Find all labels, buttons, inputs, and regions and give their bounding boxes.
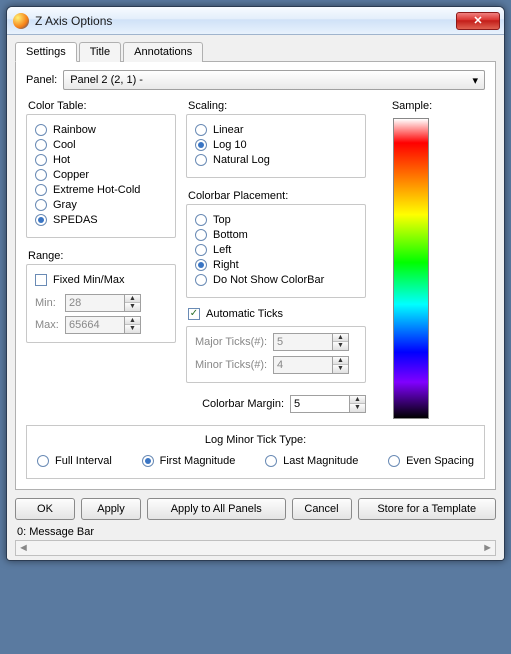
radio-noshow[interactable]: Do Not Show ColorBar: [195, 274, 357, 286]
scroll-right-icon[interactable]: ►: [482, 542, 493, 554]
titlebar: Z Axis Options ✕: [7, 7, 504, 35]
check-fixed-minmax[interactable]: Fixed Min/Max: [35, 274, 167, 286]
right-column: Sample:: [376, 96, 446, 419]
sample-colorbar: [393, 118, 429, 419]
radio-rainbow[interactable]: Rainbow: [35, 124, 167, 136]
spin-down-icon[interactable]: ▼: [125, 303, 140, 311]
ok-button[interactable]: OK: [15, 498, 75, 520]
ticks-group: Major Ticks(#): ▲▼ Minor Ticks(#): ▲▼: [186, 326, 366, 383]
range-label: Range:: [28, 250, 176, 262]
major-ticks-label: Major Ticks(#):: [195, 336, 273, 348]
tab-strip: Settings Title Annotations: [15, 41, 496, 62]
radio-top[interactable]: Top: [195, 214, 357, 226]
range-group: Fixed Min/Max Min: ▲▼ Max: ▲▼: [26, 264, 176, 343]
radio-natlog[interactable]: Natural Log: [195, 154, 357, 166]
radio-hot[interactable]: Hot: [35, 154, 167, 166]
radio-log10[interactable]: Log 10: [195, 139, 357, 151]
placement-label: Colorbar Placement:: [188, 190, 366, 202]
tab-title[interactable]: Title: [79, 42, 121, 62]
margin-label: Colorbar Margin:: [202, 398, 284, 410]
store-template-button[interactable]: Store for a Template: [358, 498, 497, 520]
radio-spedas[interactable]: SPEDAS: [35, 214, 167, 226]
spin-up-icon[interactable]: ▲: [125, 317, 140, 325]
margin-row: Colorbar Margin: ▲▼: [186, 395, 366, 413]
apply-button[interactable]: Apply: [81, 498, 141, 520]
tab-body: Panel: Panel 2 (2, 1) - ▾ Color Table: R…: [15, 62, 496, 490]
major-ticks-spinner[interactable]: ▲▼: [273, 333, 357, 351]
left-column: Color Table: Rainbow Cool Hot Copper Ext…: [26, 96, 176, 419]
panel-dropdown[interactable]: Panel 2 (2, 1) - ▾: [63, 70, 485, 90]
color-table-label: Color Table:: [28, 100, 176, 112]
minor-ticks-label: Minor Ticks(#):: [195, 359, 273, 371]
sample-label: Sample:: [392, 100, 432, 112]
minor-ticks-spinner[interactable]: ▲▼: [273, 356, 357, 374]
spin-down-icon[interactable]: ▼: [333, 365, 348, 373]
chevron-down-icon: ▾: [472, 74, 478, 87]
main-columns: Color Table: Rainbow Cool Hot Copper Ext…: [26, 96, 485, 419]
max-label: Max:: [35, 319, 65, 331]
spin-down-icon[interactable]: ▼: [125, 325, 140, 333]
panel-label: Panel:: [26, 74, 57, 86]
radio-extreme[interactable]: Extreme Hot-Cold: [35, 184, 167, 196]
min-spinner[interactable]: ▲▼: [65, 294, 167, 312]
dialog-window: Z Axis Options ✕ Settings Title Annotati…: [6, 6, 505, 561]
max-input[interactable]: [65, 316, 125, 334]
scroll-left-icon[interactable]: ◄: [18, 542, 29, 554]
scaling-label: Scaling:: [188, 100, 366, 112]
tab-annotations[interactable]: Annotations: [123, 42, 203, 62]
radio-even-spacing[interactable]: Even Spacing: [388, 455, 474, 467]
min-label: Min:: [35, 297, 65, 309]
radio-linear[interactable]: Linear: [195, 124, 357, 136]
radio-full-interval[interactable]: Full Interval: [37, 455, 112, 467]
radio-first-magnitude[interactable]: First Magnitude: [142, 455, 236, 467]
major-ticks-input[interactable]: [273, 333, 333, 351]
middle-column: Scaling: Linear Log 10 Natural Log Color…: [186, 96, 366, 419]
horizontal-scrollbar[interactable]: ◄ ►: [15, 540, 496, 556]
spin-up-icon[interactable]: ▲: [350, 396, 365, 404]
tab-settings[interactable]: Settings: [15, 42, 77, 62]
spin-up-icon[interactable]: ▲: [333, 357, 348, 365]
spin-up-icon[interactable]: ▲: [125, 295, 140, 303]
radio-bottom[interactable]: Bottom: [195, 229, 357, 241]
radio-right[interactable]: Right: [195, 259, 357, 271]
window-title: Z Axis Options: [35, 14, 456, 28]
min-input[interactable]: [65, 294, 125, 312]
margin-input[interactable]: [290, 395, 350, 413]
scaling-group: Linear Log 10 Natural Log: [186, 114, 366, 178]
placement-group: Top Bottom Left Right Do Not Show ColorB…: [186, 204, 366, 298]
app-icon: [13, 13, 29, 29]
margin-spinner[interactable]: ▲▼: [290, 395, 366, 413]
spin-up-icon[interactable]: ▲: [333, 334, 348, 342]
radio-cool[interactable]: Cool: [35, 139, 167, 151]
close-button[interactable]: ✕: [456, 12, 500, 30]
log-tick-group: Log Minor Tick Type: Full Interval First…: [26, 425, 485, 479]
cancel-button[interactable]: Cancel: [292, 498, 352, 520]
radio-last-magnitude[interactable]: Last Magnitude: [265, 455, 358, 467]
max-spinner[interactable]: ▲▼: [65, 316, 167, 334]
check-auto-ticks[interactable]: Automatic Ticks: [188, 308, 366, 320]
client-area: Settings Title Annotations Panel: Panel …: [7, 35, 504, 560]
panel-value: Panel 2 (2, 1) -: [70, 74, 143, 86]
apply-all-button[interactable]: Apply to All Panels: [147, 498, 286, 520]
radio-gray[interactable]: Gray: [35, 199, 167, 211]
panel-row: Panel: Panel 2 (2, 1) - ▾: [26, 70, 485, 90]
color-table-group: Rainbow Cool Hot Copper Extreme Hot-Cold…: [26, 114, 176, 238]
button-row: OK Apply Apply to All Panels Cancel Stor…: [15, 498, 496, 520]
spin-down-icon[interactable]: ▼: [350, 404, 365, 412]
radio-copper[interactable]: Copper: [35, 169, 167, 181]
log-tick-label: Log Minor Tick Type:: [37, 434, 474, 446]
radio-left[interactable]: Left: [195, 244, 357, 256]
spin-down-icon[interactable]: ▼: [333, 342, 348, 350]
minor-ticks-input[interactable]: [273, 356, 333, 374]
message-bar: 0: Message Bar: [15, 526, 496, 538]
